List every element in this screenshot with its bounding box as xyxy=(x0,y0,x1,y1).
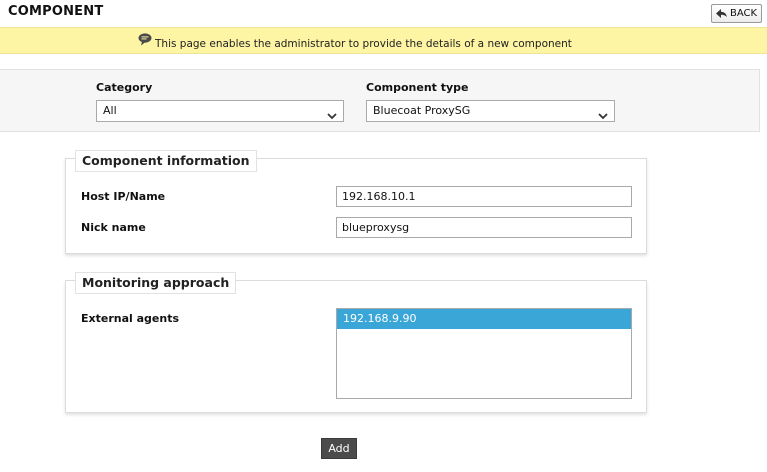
monitoring-approach-section: Monitoring approach External agents 192.… xyxy=(65,272,647,413)
page-title: COMPONENT xyxy=(8,4,104,19)
info-bar: This page enables the administrator to p… xyxy=(0,27,767,54)
category-select-value: All xyxy=(103,104,117,117)
back-button-label: BACK xyxy=(729,8,758,19)
monitoring-approach-legend: Monitoring approach xyxy=(75,272,237,294)
list-item[interactable]: 192.168.9.90 xyxy=(337,309,631,329)
nick-name-input[interactable] xyxy=(336,217,632,238)
speech-bubble-icon xyxy=(138,33,152,49)
component-information-section: Component information Host IP/Name Nick … xyxy=(65,150,647,254)
host-ip-input[interactable] xyxy=(336,186,632,207)
category-select[interactable]: All xyxy=(96,100,344,122)
chevron-down-icon xyxy=(327,107,337,127)
component-type-select[interactable]: Bluecoat ProxySG xyxy=(366,100,615,122)
back-button[interactable]: BACK xyxy=(711,4,762,23)
back-arrow-icon xyxy=(715,9,727,18)
component-type-select-value: Bluecoat ProxySG xyxy=(373,104,471,117)
filter-panel: Category All Component type Bluecoat Pro… xyxy=(0,69,760,132)
add-button-label: Add xyxy=(328,442,350,455)
info-message: This page enables the administrator to p… xyxy=(155,38,572,50)
external-agents-label: External agents xyxy=(81,312,180,325)
chevron-down-icon xyxy=(598,107,608,127)
component-type-label: Component type xyxy=(366,81,469,94)
nick-name-label: Nick name xyxy=(81,221,146,234)
add-button[interactable]: Add xyxy=(321,438,357,459)
external-agents-list[interactable]: 192.168.9.90 xyxy=(336,308,632,399)
category-label: Category xyxy=(96,81,153,94)
host-ip-label: Host IP/Name xyxy=(81,190,166,203)
component-information-legend: Component information xyxy=(75,150,257,172)
